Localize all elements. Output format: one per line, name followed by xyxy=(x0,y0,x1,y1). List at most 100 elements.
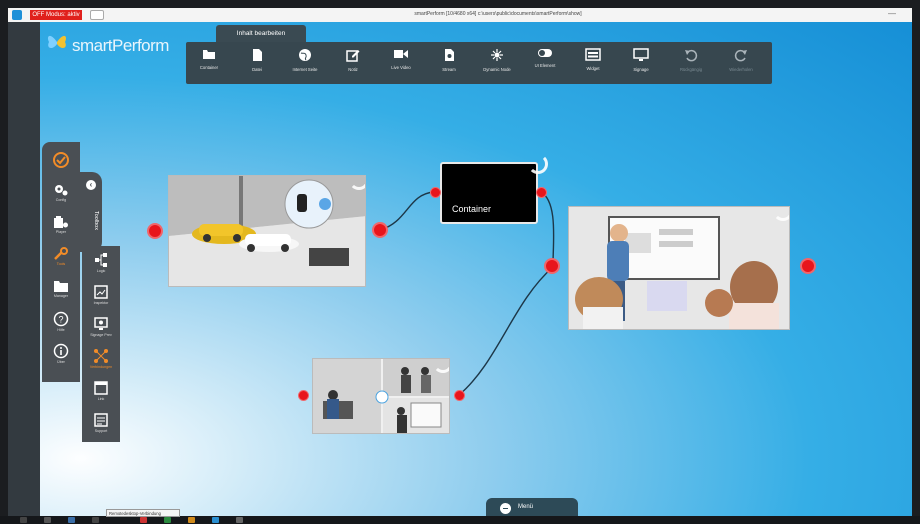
taskbar-app-icon[interactable] xyxy=(164,517,171,523)
menu-button[interactable]: Menü xyxy=(486,498,578,518)
check-badge-icon xyxy=(53,152,69,168)
port-node4-right[interactable] xyxy=(454,390,465,401)
window-chip-icon[interactable] xyxy=(90,10,104,20)
port-node1-left[interactable] xyxy=(147,223,163,239)
node-presentation-image[interactable] xyxy=(568,206,790,330)
collage-illustration xyxy=(313,359,449,433)
menu-label: Menü xyxy=(518,504,534,510)
toolbox-panel: Logic Inspektor Signage Prev Verbindunge… xyxy=(82,246,120,442)
wire-2 xyxy=(540,191,555,266)
stream-icon xyxy=(445,49,454,61)
file-icon xyxy=(253,49,262,61)
tool-stream[interactable]: Stream xyxy=(428,46,470,80)
taskbar-app-icon[interactable] xyxy=(236,517,243,523)
folder-icon xyxy=(203,50,215,59)
port-node3-right[interactable] xyxy=(800,258,816,274)
tool-file[interactable]: Datei xyxy=(236,46,278,80)
taskbar-tooltip: Remotedesktop-Verbindung xyxy=(106,509,180,517)
toggle-icon xyxy=(538,49,552,57)
toolbox-item-inspector[interactable]: Inspektor xyxy=(82,280,120,310)
node-showroom-image[interactable] xyxy=(168,175,366,287)
signage-preview-icon xyxy=(94,317,108,330)
undo-icon xyxy=(685,49,698,62)
main-side-panel: Config Player Tools Manager ? Hilfe Über xyxy=(42,142,80,382)
widget-icon xyxy=(585,48,601,61)
inspector-icon xyxy=(94,285,108,299)
taskbar-app-icon[interactable] xyxy=(68,517,75,523)
panel-item-help[interactable]: ? Hilfe xyxy=(42,308,80,334)
minimize-button[interactable]: — xyxy=(888,9,896,18)
toolbox-item-link[interactable]: Link xyxy=(82,376,120,406)
content-toolbar: Container Datei Internet Seite Notiz Liv… xyxy=(186,42,772,84)
port-container-right[interactable] xyxy=(536,187,547,198)
panel-item-player[interactable]: Player xyxy=(42,212,80,238)
title-bar: OFF Modus: aktiv smartPerform [10/4680 x… xyxy=(8,8,912,22)
toolbox-item-support[interactable]: Support xyxy=(82,408,120,438)
tool-live-video[interactable]: Live Video xyxy=(380,46,422,80)
tool-widget[interactable]: Widget xyxy=(572,46,614,80)
toolbox-tab[interactable]: ‹ Toolbox xyxy=(80,172,102,252)
port-container-left[interactable] xyxy=(430,187,441,198)
app-icon xyxy=(12,10,22,20)
taskbar-app-icon[interactable] xyxy=(44,517,51,523)
port-node3-left[interactable] xyxy=(544,258,560,274)
tab-edit-content[interactable]: Inhalt bearbeiten xyxy=(216,25,306,43)
redo-icon xyxy=(734,49,747,62)
taskbar-app-icon[interactable] xyxy=(92,517,99,523)
container-resize-handle-icon[interactable] xyxy=(528,154,548,174)
toolbox-label: Toolbox xyxy=(93,210,99,230)
app-window: OFF Modus: aktiv smartPerform [10/4680 x… xyxy=(0,0,920,524)
panel-item-about[interactable]: Über xyxy=(42,340,80,366)
dynamic-node-icon xyxy=(491,49,503,61)
wrench-icon xyxy=(54,247,68,260)
port-node1-right[interactable] xyxy=(372,222,388,238)
folder-icon xyxy=(54,281,68,292)
connections-icon xyxy=(94,349,108,363)
taskbar xyxy=(0,516,920,524)
workspace-canvas[interactable]: smartPerform Container Inhalt bearbeiten… xyxy=(8,22,912,518)
taskbar-app-icon[interactable] xyxy=(140,517,147,523)
minus-circle-icon xyxy=(500,503,511,514)
monitor-icon xyxy=(633,48,649,61)
node-collage-image[interactable] xyxy=(312,358,450,434)
tool-redo[interactable]: Wiederholen xyxy=(720,46,762,80)
support-icon xyxy=(94,413,108,427)
toolbox-item-connections[interactable]: Verbindungen xyxy=(82,344,120,374)
link-icon xyxy=(94,381,108,395)
panel-item-config[interactable]: Config xyxy=(42,180,80,206)
logic-icon xyxy=(95,253,107,267)
container-label: Container xyxy=(452,204,492,214)
gears-icon xyxy=(55,185,68,196)
wire-3 xyxy=(458,266,554,396)
tool-signage[interactable]: Signage xyxy=(620,46,662,80)
info-icon xyxy=(53,343,69,359)
panel-item-manager[interactable]: Manager xyxy=(42,276,80,302)
taskbar-app-icon[interactable] xyxy=(188,517,195,523)
panel-item-tools[interactable]: Tools xyxy=(42,244,80,270)
presentation-illustration xyxy=(569,207,789,329)
node-container[interactable]: Container xyxy=(440,162,538,224)
tool-undo[interactable]: Rückgängig xyxy=(670,46,712,80)
globe-icon xyxy=(299,49,311,61)
video-camera-icon xyxy=(394,50,408,58)
tool-dynamic-node[interactable]: Dynamic Node xyxy=(476,46,518,80)
panel-item-status[interactable] xyxy=(42,148,80,174)
edit-icon xyxy=(346,50,360,62)
svg-text:?: ? xyxy=(58,315,63,325)
port-node4-left[interactable] xyxy=(298,390,309,401)
tool-note[interactable]: Notiz xyxy=(332,46,374,80)
window-title: smartPerform [10/4680 x64] c:\users\publ… xyxy=(414,11,582,17)
toolbox-item-logic[interactable]: Logic xyxy=(82,248,120,278)
tool-container[interactable]: Container xyxy=(188,46,230,80)
taskbar-app-icon[interactable] xyxy=(20,517,27,523)
taskbar-app-icon[interactable] xyxy=(212,517,219,523)
off-mode-badge[interactable]: OFF Modus: aktiv xyxy=(30,10,82,20)
showroom-illustration xyxy=(169,176,365,286)
toolbox-item-signage-preview[interactable]: Signage Prev xyxy=(82,312,120,342)
tool-internet-page[interactable]: Internet Seite xyxy=(284,46,326,80)
help-icon: ? xyxy=(53,311,69,327)
toolbox-collapse-button[interactable]: ‹ xyxy=(86,180,96,190)
player-icon xyxy=(54,216,68,228)
tool-ui-element[interactable]: UI Element xyxy=(524,46,566,80)
wire-1 xyxy=(379,191,435,231)
